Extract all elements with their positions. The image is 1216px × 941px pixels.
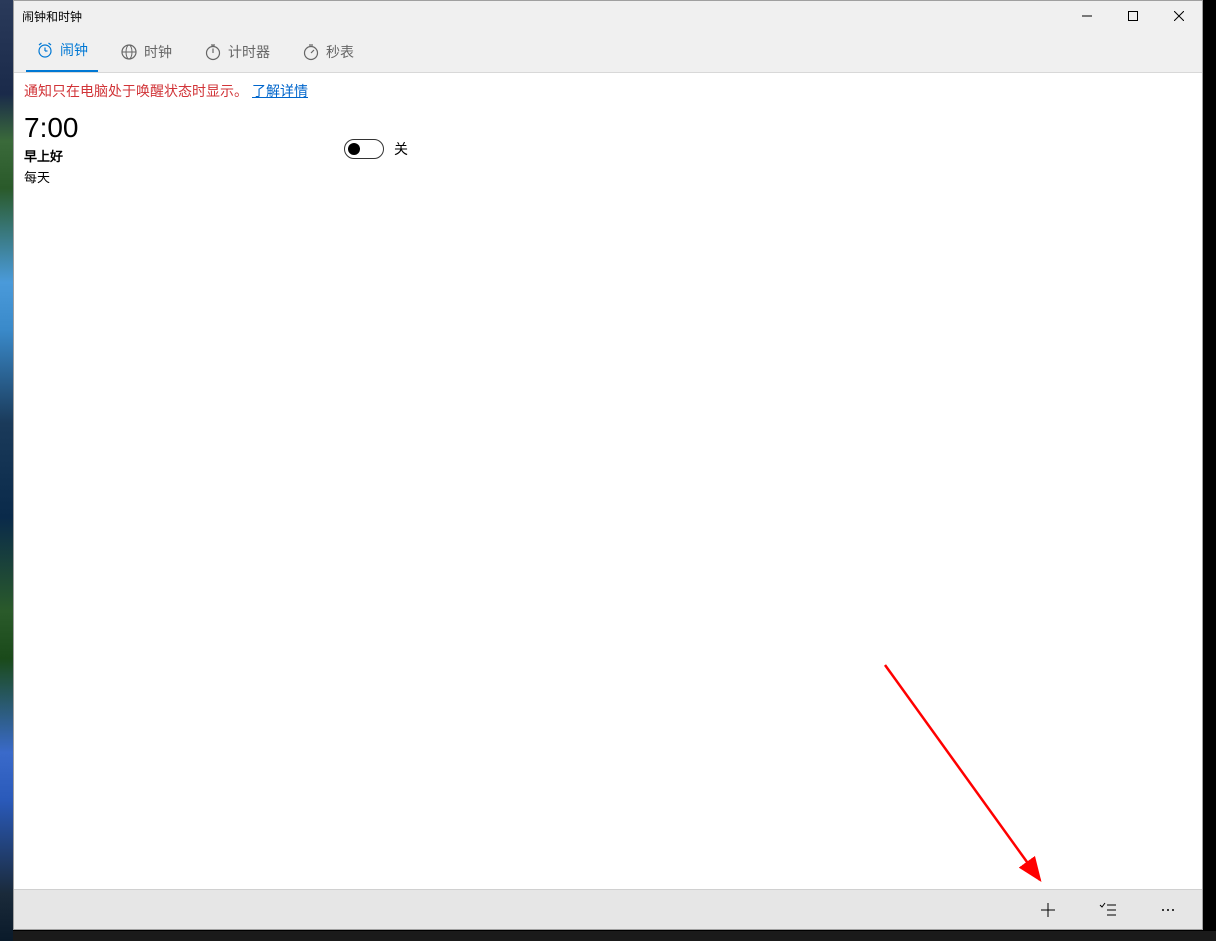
timer-icon [204, 43, 222, 61]
toggle-knob [348, 143, 360, 155]
tab-stopwatch[interactable]: 秒表 [292, 34, 364, 72]
tab-label: 秒表 [326, 42, 354, 62]
tab-label: 计时器 [228, 42, 270, 62]
more-button[interactable] [1138, 890, 1198, 930]
alarm-list: 7:00 早上好 每天 关 [14, 109, 1202, 889]
close-button[interactable] [1156, 1, 1202, 31]
alarm-name: 早上好 [24, 146, 344, 165]
notice-link[interactable]: 了解详情 [252, 81, 308, 101]
tab-alarm[interactable]: 闹钟 [26, 32, 98, 72]
alarm-time: 7:00 [24, 113, 344, 144]
select-alarms-button[interactable] [1078, 890, 1138, 930]
alarms-clock-window: 闹钟和时钟 闹钟 时钟 [13, 0, 1203, 930]
clock-icon [120, 43, 138, 61]
alarm-toggle[interactable] [344, 139, 384, 159]
alarm-repeat: 每天 [24, 167, 344, 186]
toggle-label: 关 [394, 139, 408, 159]
stopwatch-icon [302, 43, 320, 61]
taskbar-edge [13, 931, 1216, 941]
window-controls [1064, 1, 1202, 31]
desktop-edge [0, 0, 13, 941]
tab-timer[interactable]: 计时器 [194, 34, 280, 72]
tab-label: 闹钟 [60, 40, 88, 60]
minimize-button[interactable] [1064, 1, 1110, 31]
titlebar: 闹钟和时钟 [14, 1, 1202, 31]
tab-label: 时钟 [144, 42, 172, 62]
maximize-button[interactable] [1110, 1, 1156, 31]
window-title: 闹钟和时钟 [22, 8, 1064, 25]
bottom-command-bar [14, 889, 1202, 929]
alarm-info: 7:00 早上好 每天 [24, 113, 344, 186]
notice-text: 通知只在电脑处于唤醒状态时显示。 [24, 81, 248, 101]
alarm-toggle-wrap: 关 [344, 139, 408, 159]
add-alarm-button[interactable] [1018, 890, 1078, 930]
alarm-icon [36, 41, 54, 59]
notice-bar: 通知只在电脑处于唤醒状态时显示。 了解详情 [14, 73, 1202, 109]
tab-clock[interactable]: 时钟 [110, 34, 182, 72]
tab-bar: 闹钟 时钟 计时器 秒表 [14, 31, 1202, 73]
alarm-item[interactable]: 7:00 早上好 每天 关 [14, 109, 1202, 190]
